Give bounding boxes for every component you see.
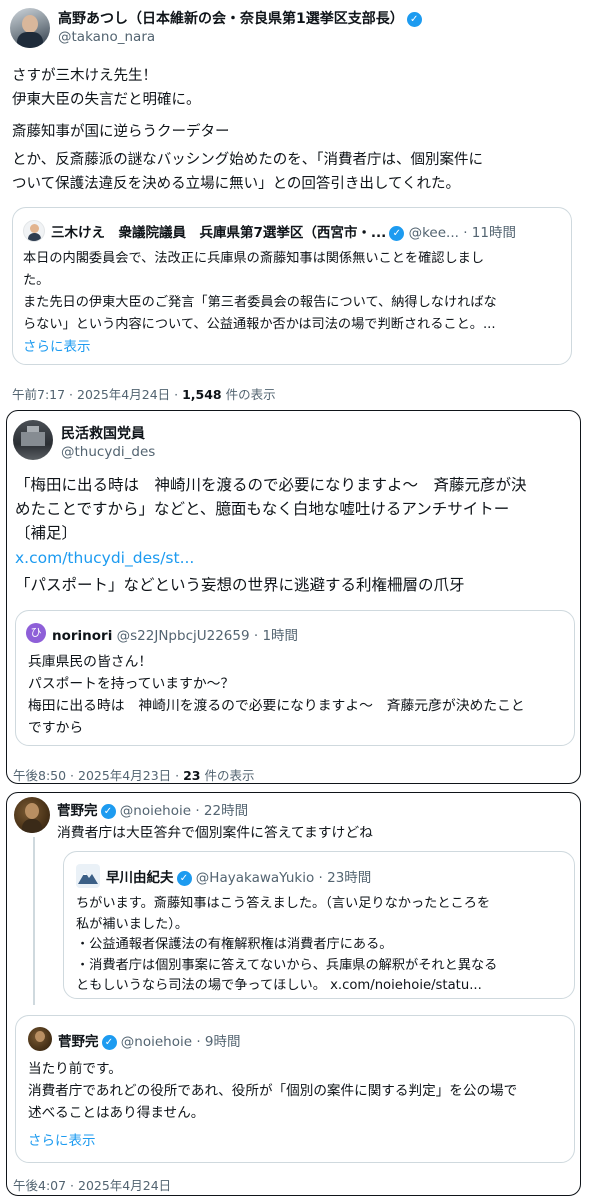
show-more-link[interactable]: さらに表示 — [28, 1129, 96, 1149]
timestamp[interactable]: · 11時間 — [463, 225, 516, 241]
quoted-text: 兵庫県民の皆さん！ パスポートを持っていますか～？ 梅田に出る時は 神崎川を渡る… — [28, 654, 525, 736]
verified-badge-icon: ✓ — [176, 870, 192, 886]
mountain-icon — [78, 872, 98, 884]
verified-badge-icon: ✓ — [101, 1034, 117, 1050]
tweet-text: 「梅田に出る時は 神崎川を渡るので必要になりますよ～ 斉藤元彦が決 めたことです… — [15, 476, 527, 542]
tweet-text: 斎藤知事が国に逆らうクーデター — [12, 124, 230, 140]
timestamp[interactable]: 午前7:17 · 2025年4月24日 · — [12, 387, 182, 402]
quoted-tweet[interactable]: ひ norinori @s22JNpbcjU22659 · 1時間 兵庫県民の皆… — [15, 610, 575, 746]
quoted-tweet[interactable]: 菅野完 ✓ @noiehoie · 9時間 当たり前です。 消費者庁であれどの役所… — [15, 1015, 575, 1163]
author-name[interactable]: norinori — [52, 628, 112, 644]
tweet-text: 消費者庁は大臣答弁で個別案件に答えてますけどね — [57, 825, 373, 841]
verified-badge-icon: ✓ — [389, 225, 405, 241]
avatar: ひ — [26, 623, 46, 643]
author-handle[interactable]: @thucydi_des — [61, 444, 155, 460]
tweet-meta: 午前7:17 · 2025年4月24日 · 1,548 件の表示 — [12, 384, 276, 403]
avatar[interactable] — [14, 797, 50, 833]
quoted-tweet[interactable]: 早川由紀夫 ✓ @HayakawaYukio · 23時間 ちがいます。斎藤知事は… — [63, 851, 575, 999]
verified-badge-icon: ✓ — [100, 803, 116, 819]
author-handle[interactable]: @kee... — [409, 225, 459, 241]
views-label: 件の表示 — [200, 768, 255, 783]
author-handle[interactable]: @takano_nara — [58, 29, 155, 45]
timestamp[interactable]: · 1時間 — [254, 628, 298, 644]
author-handle[interactable]: @s22JNpbcjU22659 — [117, 628, 250, 644]
avatar — [76, 864, 100, 888]
views-label: 件の表示 — [221, 387, 276, 402]
tweet-text: さすが三木けえ先生！ 伊東大臣の失言だと明確に。 — [12, 68, 201, 108]
verified-badge-icon: ✓ — [406, 11, 422, 27]
timestamp[interactable]: · 22時間 — [195, 803, 248, 819]
show-more-link[interactable]: さらに表示 — [23, 335, 91, 355]
timestamp[interactable]: · 9時間 — [196, 1034, 240, 1050]
tweet-2: 民活救国党員 @thucydi_des 「梅田に出る時は 神崎川を渡るので必要に… — [6, 410, 581, 784]
timestamp[interactable]: 午後4:07 · 2025年4月24日 — [13, 1175, 171, 1194]
timestamp[interactable]: · 23時間 — [319, 870, 372, 886]
author-name[interactable]: 民活救国党員 — [61, 423, 145, 443]
author-name[interactable]: 菅野完 — [58, 1034, 99, 1050]
avatar[interactable] — [10, 8, 50, 48]
view-count: 23 — [183, 768, 201, 783]
avatar[interactable] — [13, 420, 53, 460]
tweet-3: 菅野完 ✓ @noiehoie · 22時間 消費者庁は大臣答弁で個別案件に答えて… — [6, 792, 581, 1196]
external-link[interactable]: x.com/thucydi_des/st... — [15, 549, 194, 567]
tweet-text: とか、反斎藤派の謎なバッシング始めたのを、「消費者庁は、個別案件に ついて保護法… — [12, 152, 483, 192]
author-name[interactable]: 三木けえ 衆議院議員 兵庫県第7選挙区（西宮市・... — [51, 225, 386, 241]
quoted-text: ちがいます。斎藤知事はこう答えました。（言い足りなかったところを 私が補いました… — [76, 896, 498, 993]
author-name[interactable]: 菅野完 — [57, 803, 98, 819]
quoted-text: 当たり前です。 消費者庁であれどの役所であれ、役所が「個別の案件に関する判定」を… — [28, 1061, 518, 1121]
tweet-meta: 午後8:50 · 2025年4月23日 · 23 件の表示 — [13, 765, 254, 784]
avatar — [28, 1027, 52, 1051]
author-name[interactable]: 高野あつし（日本維新の会・奈良県第1選挙区支部長） — [58, 11, 404, 27]
avatar — [23, 220, 45, 242]
quoted-text: 本日の内閣委員会で、法改正に兵庫県の斎藤知事は関係無いことを確認しまし た。 ま… — [23, 251, 497, 332]
thread-line — [33, 837, 35, 1005]
author-handle[interactable]: @HayakawaYukio — [196, 870, 314, 886]
quoted-tweet[interactable]: 三木けえ 衆議院議員 兵庫県第7選挙区（西宮市・... ✓ @kee... · 1… — [12, 207, 572, 365]
view-count: 1,548 — [182, 387, 222, 402]
timestamp[interactable]: 午後8:50 · 2025年4月23日 · — [13, 768, 183, 783]
author-handle[interactable]: @noiehoie — [120, 803, 191, 819]
author-name[interactable]: 早川由紀夫 — [106, 870, 174, 886]
author-handle[interactable]: @noiehoie — [121, 1034, 192, 1050]
tweet-text: 「パスポート」などという妄想の世界に逃避する利権柵層の爪牙 — [15, 576, 465, 594]
